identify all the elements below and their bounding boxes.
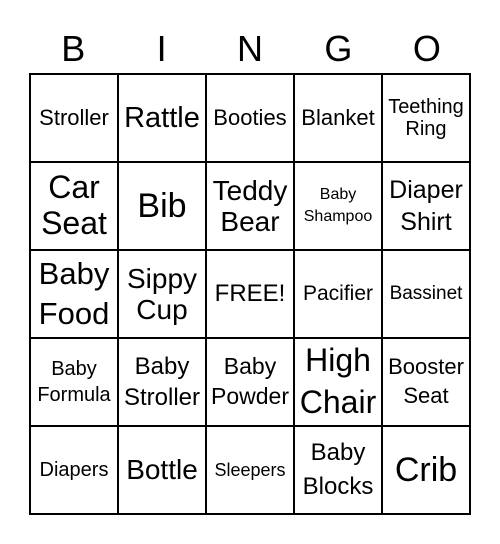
bingo-cell[interactable]: High Chair: [294, 338, 382, 426]
bingo-cell[interactable]: Baby Formula: [30, 338, 118, 426]
bingo-cell[interactable]: Teddy Bear: [206, 162, 294, 250]
free-space[interactable]: FREE!: [206, 250, 294, 338]
bingo-cell[interactable]: Rattle: [118, 74, 206, 162]
bingo-cell[interactable]: Booster Seat: [382, 338, 470, 426]
bingo-cell[interactable]: Stroller: [30, 74, 118, 162]
bingo-cell[interactable]: Bottle: [118, 426, 206, 514]
bingo-grid: Stroller Rattle Booties Blanket Teething…: [29, 73, 471, 515]
header-letter-o: O: [412, 28, 441, 69]
header-letter-n: N: [237, 28, 264, 69]
bingo-cell[interactable]: Baby Stroller: [118, 338, 206, 426]
bingo-cell[interactable]: Blanket: [294, 74, 382, 162]
bingo-cell[interactable]: Diapers: [30, 426, 118, 514]
bingo-cell[interactable]: Baby Blocks: [294, 426, 382, 514]
header-letter-b: B: [61, 28, 86, 69]
bingo-cell[interactable]: Bassinet: [382, 250, 470, 338]
bingo-cell[interactable]: Teething Ring: [382, 74, 470, 162]
header-letter-i: I: [156, 28, 167, 69]
bingo-cell[interactable]: Bib: [118, 162, 206, 250]
bingo-header: B I N G O: [29, 26, 471, 72]
bingo-cell[interactable]: Baby Shampoo: [294, 162, 382, 250]
bingo-cell[interactable]: Crib: [382, 426, 470, 514]
bingo-cell[interactable]: Booties: [206, 74, 294, 162]
bingo-cell[interactable]: Sippy Cup: [118, 250, 206, 338]
bingo-cell[interactable]: Diaper Shirt: [382, 162, 470, 250]
header-letter-g: G: [324, 28, 353, 69]
bingo-cell[interactable]: Baby Powder: [206, 338, 294, 426]
bingo-cell[interactable]: Pacifier: [294, 250, 382, 338]
bingo-cell[interactable]: Baby Food: [30, 250, 118, 338]
bingo-cell[interactable]: Sleepers: [206, 426, 294, 514]
bingo-cell[interactable]: Car Seat: [30, 162, 118, 250]
